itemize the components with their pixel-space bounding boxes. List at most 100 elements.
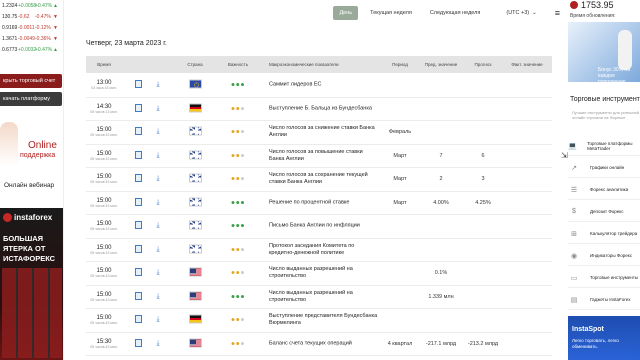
bonus-banner[interactable]: Бонус 30% на каждое пополнение xyxy=(568,22,640,85)
calculator-icon: ⊞ xyxy=(571,230,577,238)
gold-price: 1753.95 xyxy=(570,0,614,10)
tool-item-label: Калькулятор трейдера xyxy=(590,231,638,236)
indicator-name[interactable]: Протокол заседания Комитета по кредитно-… xyxy=(269,243,379,257)
document-icon[interactable] xyxy=(132,174,144,184)
event-period: Март xyxy=(393,199,407,206)
tab-today[interactable]: День xyxy=(333,6,359,20)
table-row[interactable]: 15:00 05 часов 43 мин. ⤓ ●●● Число голосов з… xyxy=(86,168,552,192)
indicator-name[interactable]: Число голосов за сохранение текущей став… xyxy=(269,172,379,186)
download-icon[interactable]: ⤓ xyxy=(152,128,164,136)
importance-indicator: ●●● xyxy=(230,105,246,113)
quote-change: -0.0011 xyxy=(18,24,35,31)
table-row[interactable]: 15:00 05 часов 43 мин. ⤓ ●●● Число выданных … xyxy=(86,262,552,286)
tool-item[interactable]: $ Депозит Форекс xyxy=(568,202,640,222)
download-platform-button[interactable]: качать платформу xyxy=(0,92,62,106)
document-icon[interactable] xyxy=(132,221,144,231)
tool-item[interactable]: 💻 Торговые платформы MetaTrader xyxy=(568,136,640,156)
indicator-name[interactable]: Письмо Банка Англии по инфляции xyxy=(269,223,379,230)
download-icon[interactable]: ⤓ xyxy=(152,269,164,277)
event-time: 15:30 05 часов 43 мин. xyxy=(86,339,122,349)
importance-indicator: ●●● xyxy=(230,81,246,89)
indicator-name[interactable]: Выступление представителя Бундесбанка Вю… xyxy=(269,313,379,327)
download-icon[interactable]: ⤓ xyxy=(152,293,164,301)
importance-indicator: ●●● xyxy=(230,340,246,348)
quote-price: 0.6773 xyxy=(2,46,18,53)
online-support-widget[interactable]: Online поддержка xyxy=(0,118,63,168)
open-account-button[interactable]: крыть торговый счет xyxy=(0,74,62,88)
document-icon[interactable] xyxy=(132,150,144,161)
download-icon[interactable]: ⤓ xyxy=(152,152,164,160)
indicator-name[interactable]: Баланс счета текущих операций xyxy=(269,340,379,347)
table-row[interactable]: 14:30 05 часов 13 мин. ⤓ ●●● Выступление Б. … xyxy=(86,98,552,121)
economic-calendar-page: 1.2324 +0.0058 +0.47% ▲ 130.75 -0.62 -0.47% ▼ 0.… xyxy=(0,0,640,360)
document-icon[interactable] xyxy=(132,197,144,208)
download-icon[interactable]: ⤓ xyxy=(152,81,164,89)
quote-row[interactable]: 0.9169 -0.0011 -0.12% ▼ xyxy=(0,22,63,33)
forecast-value: 4.25% xyxy=(475,199,491,206)
indicator-name[interactable]: Выступление Б. Бальца из Бундесбанка xyxy=(269,105,379,112)
tab-next-week[interactable]: Следующая неделя xyxy=(424,6,487,20)
document-icon[interactable] xyxy=(132,244,144,255)
event-period: 4 квартал xyxy=(387,340,413,347)
document-icon[interactable] xyxy=(132,338,144,349)
tool-item-label: Гаджеты InstaForex xyxy=(590,297,631,302)
timezone-select[interactable]: (UTC +3) ⌄ xyxy=(506,10,536,16)
table-row[interactable]: 15:00 05 часов 43 мин. ⤓ ●●● Число голосов з… xyxy=(86,121,552,145)
table-row[interactable]: 15:30 05 часов 43 мин. ⤓ ●●● Баланс счета те… xyxy=(86,333,552,356)
tool-item[interactable]: ☰ Форекс аналитика xyxy=(568,180,640,200)
quote-row[interactable]: 1.2324 +0.0058 +0.47% ▲ xyxy=(0,0,63,11)
document-icon[interactable] xyxy=(132,103,144,114)
flag-us-icon xyxy=(184,291,206,302)
download-icon[interactable]: ⤓ xyxy=(152,316,164,324)
indicator-name[interactable]: Саммит лидеров ЕС xyxy=(269,82,379,89)
indicator-name[interactable]: Число выданных разрешений на строительст… xyxy=(269,266,379,280)
indicator-name[interactable]: Число голосов за повышение ставки Банка … xyxy=(269,149,379,163)
download-icon[interactable]: ⤓ xyxy=(152,340,164,348)
quote-row[interactable]: 1.3671 -0.0049 -0.36% ▼ xyxy=(0,33,63,44)
tool-item[interactable]: ⊞ Калькулятор трейдера xyxy=(568,224,640,244)
quote-row[interactable]: 0.6773 +0.0032 +0.47% ▲ xyxy=(0,44,63,55)
indicator-name[interactable]: Число выданных разрешений на строительст… xyxy=(269,290,379,304)
tools-subtitle: Лучшие инструменты для успешной онлайн т… xyxy=(572,110,640,120)
quote-row[interactable]: 130.75 -0.62 -0.47% ▼ xyxy=(0,11,63,22)
table-row[interactable]: 15:00 05 часов 43 мин. ⤓ ●●● Письмо Банка Ан… xyxy=(86,215,552,239)
download-icon[interactable]: ⤓ xyxy=(152,105,164,113)
table-row[interactable]: 15:00 05 часов 43 мин. ⤓ ●●● Число голосов з… xyxy=(86,145,552,168)
tab-this-week[interactable]: Текущая неделя xyxy=(364,6,418,20)
table-row[interactable]: 15:00 05 часов 43 мин. ⤓ ●●● Протокол заседа… xyxy=(86,239,552,262)
download-icon[interactable]: ⤓ xyxy=(152,199,164,207)
indicator-name[interactable]: Решение по процентной ставке xyxy=(269,199,379,206)
left-sidebar: 1.2324 +0.0058 +0.47% ▲ 130.75 -0.62 -0.47% ▼ 0.… xyxy=(0,0,64,360)
download-icon[interactable]: ⤓ xyxy=(152,175,164,183)
table-row[interactable]: 15:00 05 часов 43 мин. ⤓ ●●● Число выданных … xyxy=(86,286,552,309)
table-row[interactable]: 15:00 05 часов 43 мин. ⤓ ●●● Выступление пре… xyxy=(86,309,552,333)
document-icon[interactable] xyxy=(132,315,144,325)
header-period: Период xyxy=(392,62,408,67)
instaspot-banner[interactable]: InstaSpot Легко торговать, легко обменив… xyxy=(568,316,640,360)
header-importance: Важность xyxy=(227,62,249,67)
flag-eu-icon xyxy=(184,79,206,91)
event-time-remaining: 05 часов 43 мин. xyxy=(90,250,118,255)
forecast-value: 3 xyxy=(481,176,485,183)
document-icon[interactable] xyxy=(132,127,144,137)
table-row[interactable]: 13:00 03 часа 43 мин. ⤓ ●●● Саммит лидеров Е… xyxy=(86,74,552,98)
tool-item[interactable]: ↗ Графики онлайн xyxy=(568,158,640,178)
document-icon[interactable] xyxy=(132,80,144,90)
menu-icon[interactable]: ≡ xyxy=(555,8,560,18)
event-time: 15:00 05 часов 43 мин. xyxy=(86,198,122,208)
instaforex-banner[interactable]: instaforex БОЛЬШАЯ ЯТЕРКА ОТ ИСТАФОРЕКС xyxy=(0,208,63,360)
online-webinar-link[interactable]: Онлайн вебинар xyxy=(4,182,54,189)
document-icon[interactable] xyxy=(132,268,144,278)
header-actual: Факт. значение xyxy=(511,62,543,67)
tool-item[interactable]: ◉ Индикаторы Форекс xyxy=(568,246,640,266)
document-icon[interactable] xyxy=(132,291,144,302)
event-time: 13:00 03 часа 43 мин. xyxy=(86,80,122,90)
tool-item[interactable]: ▤ Гаджеты InstaForex xyxy=(568,290,640,310)
flag-de-icon xyxy=(184,103,206,114)
download-icon[interactable]: ⤓ xyxy=(152,222,164,230)
tool-item[interactable]: ▭ Торговые инструменты xyxy=(568,268,640,288)
download-icon[interactable]: ⤓ xyxy=(152,246,164,254)
flag-gb-icon xyxy=(184,220,206,232)
table-row[interactable]: 15:00 05 часов 43 мин. ⤓ ●●● Решение по проц… xyxy=(86,192,552,215)
indicator-name[interactable]: Число голосов за снижение ставки Банка А… xyxy=(269,125,379,139)
